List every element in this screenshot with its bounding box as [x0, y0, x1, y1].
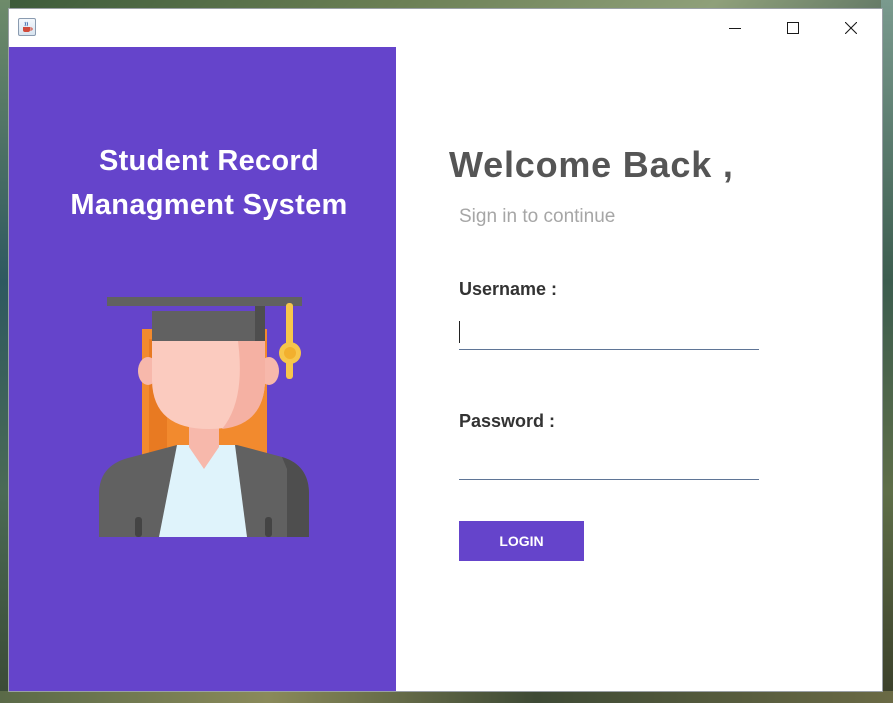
window-titlebar[interactable]: [9, 9, 882, 47]
username-input[interactable]: [459, 319, 759, 350]
login-form: Welcome Back , Sign in to continue Usern…: [396, 47, 882, 691]
maximize-icon: [787, 22, 799, 34]
welcome-heading: Welcome Back ,: [449, 144, 734, 185]
username-label: Username :: [459, 279, 558, 299]
app-title: Student Record Managment System: [9, 139, 409, 227]
password-input[interactable]: [459, 449, 759, 480]
close-button[interactable]: [822, 9, 880, 47]
graduate-student-icon: [99, 297, 309, 537]
desktop-background: [881, 0, 893, 703]
close-icon: [845, 22, 857, 34]
branding-panel: Student Record Managment System: [9, 47, 396, 691]
java-cup-icon[interactable]: [18, 18, 36, 36]
login-button[interactable]: LOGIN: [459, 521, 584, 561]
signin-subtitle: Sign in to continue: [459, 206, 616, 227]
text-caret: [459, 321, 460, 343]
minimize-button[interactable]: [706, 9, 764, 47]
app-title-line2: Managment System: [70, 189, 348, 221]
app-title-line1: Student Record: [98, 145, 320, 177]
login-window: Student Record Managment System Welcome …: [9, 9, 882, 691]
minimize-icon: [729, 28, 741, 29]
maximize-button[interactable]: [764, 9, 822, 47]
desktop-background: [0, 691, 893, 703]
password-label: Password :: [459, 411, 556, 431]
